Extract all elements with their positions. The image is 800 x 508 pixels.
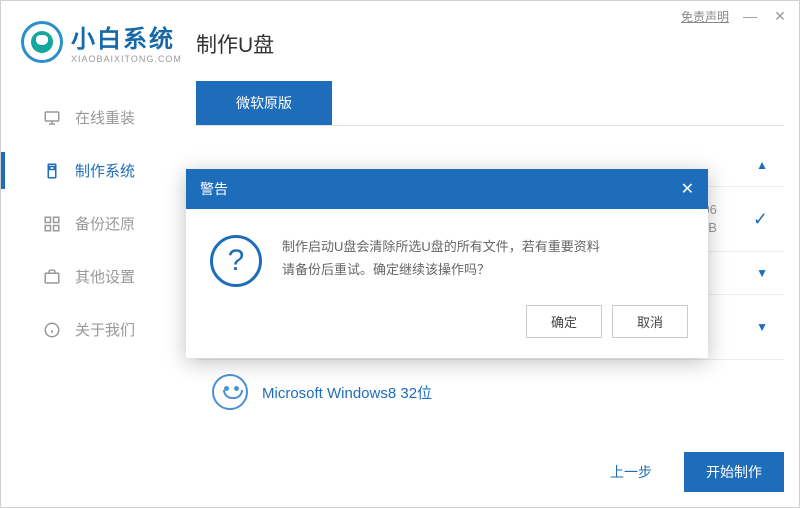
tab-row: 微软原版 <box>196 81 784 126</box>
logo-icon <box>21 21 63 63</box>
chevron-up-icon: ▲ <box>756 158 768 172</box>
warning-dialog: 警告 ✕ ? 制作启动U盘会清除所选U盘的所有文件，若有重要资料 请备份后重试。… <box>186 169 708 358</box>
close-window-button[interactable]: ✕ <box>771 8 789 25</box>
chevron-down-icon: ▼ <box>756 266 768 280</box>
sidebar: 在线重装 制作系统 备份还原 其他设置 关于我们 <box>1 91 176 356</box>
sidebar-item-online-reinstall[interactable]: 在线重装 <box>1 91 176 144</box>
sidebar-item-backup-restore[interactable]: 备份还原 <box>1 197 176 250</box>
sidebar-item-make-system[interactable]: 制作系统 <box>1 144 176 197</box>
grid-icon <box>43 215 61 233</box>
tab-microsoft-original[interactable]: 微软原版 <box>196 81 332 125</box>
disclaimer-link[interactable]: 免责声明 <box>681 8 729 25</box>
chevron-down-icon: ▼ <box>756 320 768 334</box>
sidebar-item-label: 其他设置 <box>75 266 135 287</box>
os-row-win8-32[interactable]: Microsoft Windows8 32位 <box>196 360 784 424</box>
sidebar-item-label: 关于我们 <box>75 319 135 340</box>
brand-name-cn: 小白系统 <box>71 19 182 54</box>
sidebar-item-label: 在线重装 <box>75 107 135 128</box>
sidebar-item-other-settings[interactable]: 其他设置 <box>1 250 176 303</box>
usb-icon <box>43 162 61 180</box>
dialog-ok-button[interactable]: 确定 <box>526 305 602 338</box>
check-icon: ✓ <box>753 209 768 230</box>
prev-button[interactable]: 上一步 <box>592 452 670 492</box>
info-icon <box>43 321 61 339</box>
question-icon: ? <box>210 235 262 287</box>
brand-logo: 小白系统 XIAOBAIXITONG.COM <box>21 19 182 64</box>
monitor-icon <box>43 109 61 127</box>
os-face-icon <box>212 374 248 410</box>
os-name: Microsoft Windows8 32位 <box>262 382 768 403</box>
start-button[interactable]: 开始制作 <box>684 452 784 492</box>
brand-name-en: XIAOBAIXITONG.COM <box>71 54 182 64</box>
dialog-close-button[interactable]: ✕ <box>681 179 694 199</box>
dialog-title: 警告 <box>200 179 228 199</box>
sidebar-item-label: 备份还原 <box>75 213 135 234</box>
dialog-cancel-button[interactable]: 取消 <box>612 305 688 338</box>
sidebar-item-about[interactable]: 关于我们 <box>1 303 176 356</box>
sidebar-item-label: 制作系统 <box>75 160 135 181</box>
minimize-button[interactable]: — <box>741 8 759 24</box>
briefcase-icon <box>43 268 61 286</box>
page-title: 制作U盘 <box>196 29 784 59</box>
dialog-message: 制作启动U盘会清除所选U盘的所有文件，若有重要资料 请备份后重试。确定继续该操作… <box>282 235 600 282</box>
